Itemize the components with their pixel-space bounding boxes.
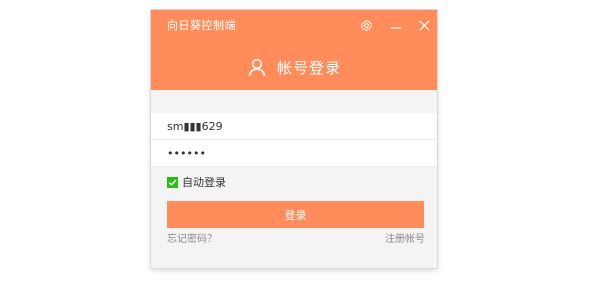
login-heading: 帐号登录	[151, 52, 437, 82]
login-window: 向日葵控制端 帐号登录 sm▮▮▮629 •••••• 自动登录 登录 忘记密码…	[151, 10, 437, 268]
username-input[interactable]	[151, 113, 417, 139]
checkmark-icon	[168, 179, 177, 186]
password-input[interactable]	[151, 140, 417, 166]
title-bar: 向日葵控制端 帐号登录	[151, 10, 437, 90]
register-account-link[interactable]: 注册帐号	[385, 233, 425, 247]
password-field[interactable]	[151, 140, 437, 167]
app-title: 向日葵控制端	[167, 19, 236, 32]
auto-login-checkbox[interactable]: 自动登录	[167, 175, 226, 189]
login-button[interactable]: 登录	[167, 201, 424, 228]
minimize-button[interactable]	[387, 16, 405, 34]
user-icon	[248, 58, 266, 77]
forgot-password-link[interactable]: 忘记密码？	[167, 233, 217, 247]
close-button[interactable]	[415, 16, 433, 34]
auto-login-label: 自动登录	[182, 176, 226, 189]
checkbox-checked[interactable]	[167, 176, 178, 188]
username-field[interactable]	[151, 113, 437, 140]
gear-icon	[360, 19, 372, 31]
minimize-icon	[391, 27, 401, 29]
close-icon	[419, 20, 429, 30]
settings-button[interactable]	[357, 16, 375, 34]
login-title: 帐号登录	[276, 58, 341, 77]
